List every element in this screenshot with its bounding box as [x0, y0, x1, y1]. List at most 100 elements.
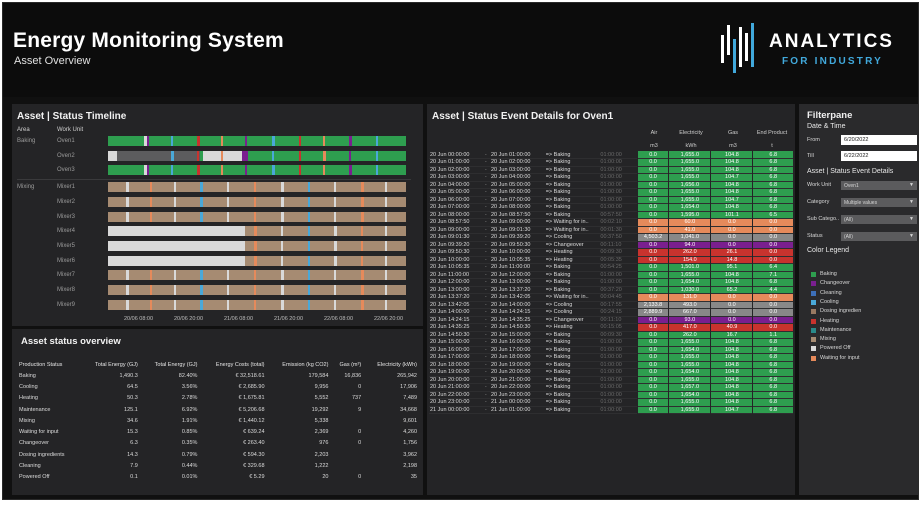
table-row[interactable]: 20 Jun 03:00:00 -20 Jun 04:00:00 => Baking… [429, 173, 793, 181]
status-segment [173, 182, 176, 193]
table-row[interactable]: 20 Jun 15:00:00 -20 Jun 16:00:00 => Baking… [429, 338, 793, 346]
table-cell: 1,657.0 [668, 383, 711, 391]
table-row[interactable]: 20 Jun 00:00:00 -20 Jun 01:00:00 => Baking… [429, 151, 793, 159]
table-row[interactable]: 20 Jun 09:50:30 -20 Jun 10:00:00 => Heatin… [429, 248, 793, 256]
table-row[interactable]: 20 Jun 10:00:00 -20 Jun 10:05:35 => Heatin… [429, 256, 793, 264]
table-row[interactable]: 20 Jun 12:00:00 -20 Jun 13:00:00 => Baking… [429, 278, 793, 286]
table-row[interactable]: 20 Jun 13:42:05 -20 Jun 14:00:00 => Coolin… [429, 301, 793, 309]
table-row[interactable]: 20 Jun 14:35:25 -20 Jun 14:50:30 => Heatin… [429, 323, 793, 331]
table-cell: 19,292 [311, 406, 329, 413]
table-row[interactable]: 20 Jun 13:37:20 -20 Jun 13:42:05 => Waitin… [429, 293, 793, 301]
table-row[interactable]: 20 Jun 10:05:35 -20 Jun 11:00:00 => Baking… [429, 263, 793, 271]
timeline-bar-oven3[interactable] [108, 165, 406, 176]
timeline-tick-label: 20/06 20:00 [174, 316, 204, 322]
till-date-input[interactable]: 6/22/2022 [841, 151, 917, 161]
timeline-bar-mixer5[interactable] [108, 240, 406, 251]
status-segment [361, 270, 365, 281]
status-dropdown[interactable]: (All) ▼ [841, 232, 917, 241]
table-cell: 0.0 [636, 181, 669, 189]
table-row[interactable]: 20 Jun 05:00:00 -20 Jun 06:00:00 => Baking… [429, 188, 793, 196]
from-date-input[interactable]: 6/20/2022 [841, 135, 917, 145]
table-row[interactable]: 21 Jun 00:00:00 -21 Jun 01:00:00 => Baking… [429, 406, 793, 414]
timeline-bar-oven2[interactable] [108, 150, 406, 161]
table-cell: 7,489 [403, 395, 417, 402]
table-cell: - [484, 331, 487, 338]
category-dropdown[interactable]: Multiple values ▼ [841, 198, 917, 207]
table-row[interactable]: 20 Jun 22:00:00 -20 Jun 23:00:00 => Baking… [429, 391, 793, 399]
table-cell: 0.0 [636, 248, 669, 256]
timeline-bar-mixer3[interactable] [108, 211, 406, 222]
table-row[interactable]: 20 Jun 11:00:00 -20 Jun 12:00:00 => Baking… [429, 271, 793, 279]
table-cell: 0.0 [636, 286, 669, 294]
table-row[interactable]: 20 Jun 01:00:00 -20 Jun 02:00:00 => Baking… [429, 158, 793, 166]
table-cell: 6.8 [752, 338, 793, 346]
table-row[interactable]: 20 Jun 09:39:20 -20 Jun 09:50:30 => Change… [429, 241, 793, 249]
table-row[interactable]: 20 Jun 02:00:00 -20 Jun 03:00:00 => Baking… [429, 166, 793, 174]
table-row[interactable]: 20 Jun 06:00:00 -20 Jun 07:00:00 => Baking… [429, 196, 793, 204]
table-row: Maintenance 125.1 6.92% € 5,206.68 19,292 9 34… [17, 404, 419, 415]
table-cell: 00:01:30 [600, 226, 622, 233]
timeline-bar-mixer2[interactable] [108, 196, 406, 207]
status-segment [245, 165, 248, 176]
event-details-section: Asset | Status Event Details [807, 168, 894, 175]
status-segment [349, 136, 353, 146]
table-cell: 20 Jun 11:00:00 [430, 271, 470, 278]
timeline-bar-mixer6[interactable] [108, 255, 406, 266]
status-segment [245, 136, 248, 146]
status-segment [307, 182, 310, 193]
table-row[interactable]: 20 Jun 14:24:15 -20 Jun 14:35:25 => Change… [429, 316, 793, 324]
timeline-bar-mixer9[interactable] [108, 299, 406, 310]
table-row[interactable]: 20 Jun 23:00:00 -21 Jun 00:00:00 => Baking… [429, 398, 793, 406]
table-cell: 1,656.0 [668, 181, 711, 189]
work-unit-dropdown[interactable]: Oven1 ▼ [841, 181, 917, 190]
table-cell: 20 Jun 23:00:00 [430, 399, 470, 406]
timeline-bar-mixer4[interactable] [108, 226, 406, 237]
from-label: From [807, 137, 820, 143]
table-cell: 6.8 [752, 346, 793, 354]
table-cell: 104.8 [710, 203, 753, 211]
table-row[interactable]: 20 Jun 08:57:50 -20 Jun 09:00:00 => Waitin… [429, 218, 793, 226]
events-table: 20 Jun 00:00:00-20 Jun 01:00:00 => Baking… [429, 151, 793, 414]
status-segment [385, 226, 388, 237]
table-cell: 101.1 [710, 211, 753, 219]
status-segment [197, 165, 201, 176]
timeline-bar-mixer7[interactable] [108, 270, 406, 281]
table-cell: - [484, 256, 487, 263]
table-row[interactable]: 20 Jun 04:00:00 -20 Jun 05:00:00 => Baking… [429, 181, 793, 189]
table-cell: 0.0 [636, 368, 669, 376]
legend-label: Baking [820, 271, 837, 277]
table-row[interactable]: 20 Jun 21:00:00 -20 Jun 22:00:00 => Baking… [429, 383, 793, 391]
table-row[interactable]: 20 Jun 20:00:00 -20 Jun 21:00:00 => Baking… [429, 376, 793, 384]
timeline-bar-mixer1[interactable] [108, 182, 406, 193]
table-cell: - [484, 279, 487, 286]
table-cell: € 32,518.61 [235, 372, 265, 379]
table-row[interactable]: 20 Jun 07:00:00 -20 Jun 08:00:00 => Baking… [429, 203, 793, 211]
table-cell: 1,595.0 [668, 211, 711, 219]
status-segment [361, 255, 364, 266]
table-row[interactable]: 20 Jun 09:00:00 -20 Jun 09:01:30 => Waitin… [429, 226, 793, 234]
table-row[interactable]: 20 Jun 14:50:30 -20 Jun 15:00:00 => Baking… [429, 331, 793, 339]
status-segment [307, 270, 310, 281]
timeline-bar-oven1[interactable] [108, 136, 406, 146]
table-cell: 50.3 [127, 395, 138, 402]
table-row[interactable]: 20 Jun 08:00:00 -20 Jun 08:57:50 => Baking… [429, 211, 793, 219]
table-row[interactable]: 20 Jun 18:00:00 -20 Jun 19:00:00 => Baking… [429, 361, 793, 369]
table-row[interactable]: 20 Jun 19:00:00 -20 Jun 20:00:00 => Baking… [429, 368, 793, 376]
table-cell: 20 Jun 08:00:00 [430, 211, 470, 218]
table-cell: - [484, 196, 487, 203]
table-row[interactable]: 20 Jun 09:01:30 -20 Jun 09:39:20 => Coolin… [429, 233, 793, 241]
status-segment [385, 240, 388, 251]
table-cell: 0.0 [636, 218, 669, 226]
table-cell: => Baking [545, 264, 571, 271]
status-segment [108, 226, 246, 237]
table-cell: 0.0 [636, 323, 669, 331]
table-row[interactable]: 20 Jun 13:00:00 -20 Jun 13:37:20 => Baking… [429, 286, 793, 294]
table-row[interactable]: 20 Jun 14:00:00 -20 Jun 14:24:15 => Coolin… [429, 308, 793, 316]
table-cell: => Baking [545, 159, 571, 166]
table-cell: Dosing ingredients [19, 451, 65, 458]
table-cell: 0.0 [636, 316, 669, 324]
timeline-bar-mixer8[interactable] [108, 285, 406, 295]
table-row[interactable]: 20 Jun 16:00:00 -20 Jun 17:00:00 => Baking… [429, 346, 793, 354]
table-row[interactable]: 20 Jun 17:00:00 -20 Jun 18:00:00 => Baking… [429, 353, 793, 361]
sub-category-dropdown[interactable]: (All) ▼ [841, 215, 917, 224]
